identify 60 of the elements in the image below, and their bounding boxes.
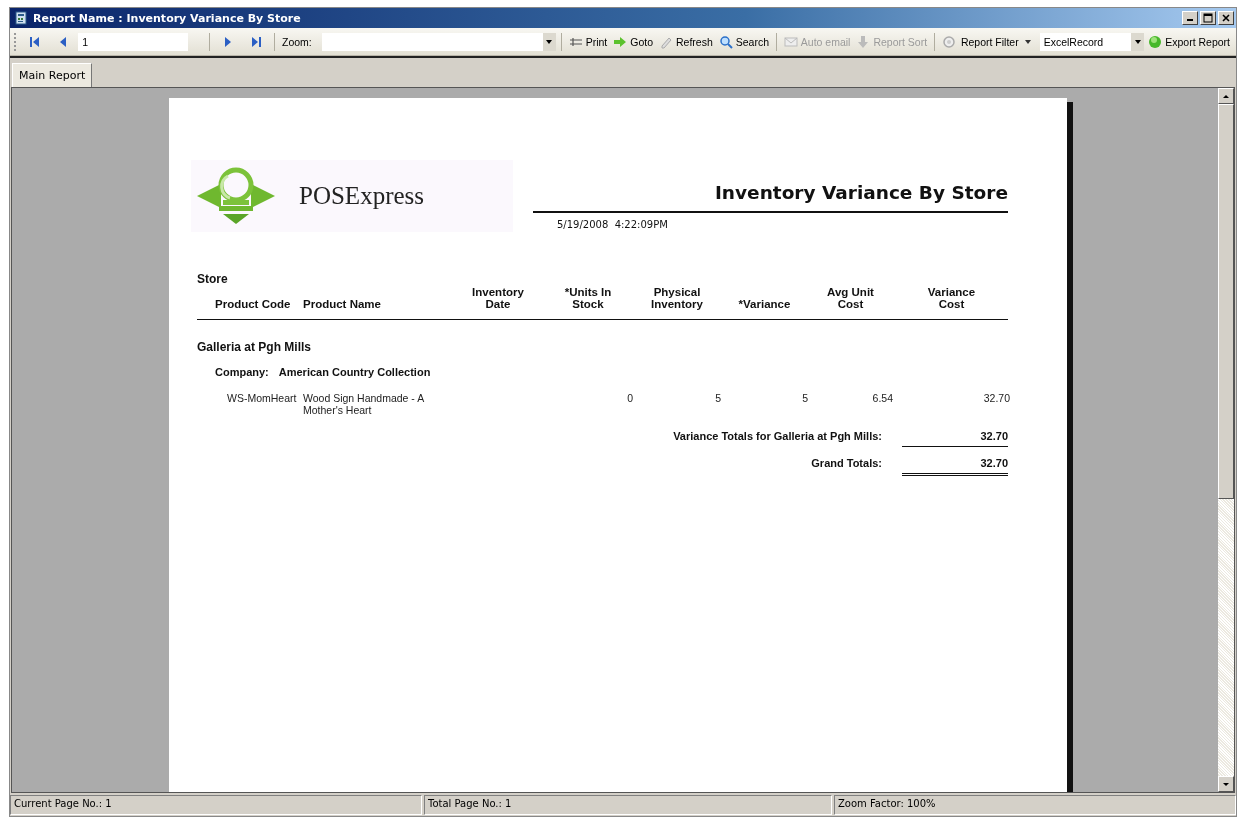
column-header: Physical Inventory [650,286,704,310]
total-label: Variance Totals for Galleria at Pgh Mills: [673,430,882,442]
table-cell-text: 5 [801,392,808,406]
total-label: Grand Totals: [811,457,882,469]
table-cell-text: Wood Sign Handmade - A Mother's Heart [303,392,425,416]
company-label: Company: [215,366,269,378]
scroll-up-icon [1222,92,1230,100]
dropdown-arrow-icon [545,37,554,46]
column-header: *Units In Stock [563,286,613,310]
arrow-icon [613,34,628,49]
report-timestamp: 5/19/2008 4:22:09PM [556,218,669,230]
column-header: Variance Cost [926,286,977,310]
column-header: Avg Unit Cost [826,286,875,310]
toolbar-button[interactable]: Goto [611,33,655,50]
toolbar-button[interactable]: Refresh [657,33,715,50]
report-tab[interactable]: Main Report [12,63,93,87]
table-cell-text: WS-MomHeart [226,392,298,406]
column-header: Product Name [303,298,382,310]
toolbar-button[interactable]: Print [566,33,610,50]
close-icon [1221,13,1231,23]
status-text: Total Page No.: 1 [424,795,832,815]
total-value: 32.70 [902,457,1008,476]
store-name: Galleria at Pgh Mills [197,340,313,354]
app-icon [14,11,28,25]
page-number-field[interactable]: 1 [78,32,189,51]
toolbar-button[interactable]: Report Filter [939,33,1034,50]
total-value: 32.70 [902,430,1008,447]
report-title: Inventory Variance By Store [533,182,1008,213]
dropdown-arrow-icon [1133,37,1142,46]
column-header: Inventory Date [471,286,525,310]
minimize-icon [1187,19,1193,21]
table-cell-text: 5 [714,392,721,406]
filter-icon [941,34,956,49]
status-text: Current Page No.: 1 [10,795,422,815]
logo-text: POSExpress [299,182,424,210]
minimize-button[interactable] [1182,11,1198,25]
maximize-button[interactable] [1200,11,1216,25]
table-cell-text: 6.54 [871,392,893,406]
window-title: Report Name : Inventory Variance By Store [33,11,302,25]
down-arrow-icon [856,34,871,49]
column-header: Product Code [215,298,292,310]
toolbar-button[interactable]: Search [716,33,772,50]
maximize-icon [1203,13,1213,23]
last-page-icon [249,34,264,49]
column-header: Store [197,272,229,286]
ball-icon [1148,34,1163,49]
table-cell-text: 32.70 [982,392,1010,406]
table-cell-text: 0 [626,392,633,406]
toolbar-button[interactable]: Export Report [1146,33,1232,50]
export-format-dropdown[interactable]: ExcelRecord [1039,32,1145,51]
status-text: Zoom Factor: 100% [834,795,1236,815]
envelope-icon [783,34,798,49]
column-header: *Variance [737,298,792,310]
caret-icon [1023,37,1032,46]
close-button[interactable] [1218,11,1234,25]
scrollbar[interactable] [1218,88,1234,792]
scroll-down-icon [1222,780,1230,788]
zoom-label: Zoom: [282,35,312,48]
company-name: American Country Collection [278,366,431,378]
search-icon [718,34,733,49]
